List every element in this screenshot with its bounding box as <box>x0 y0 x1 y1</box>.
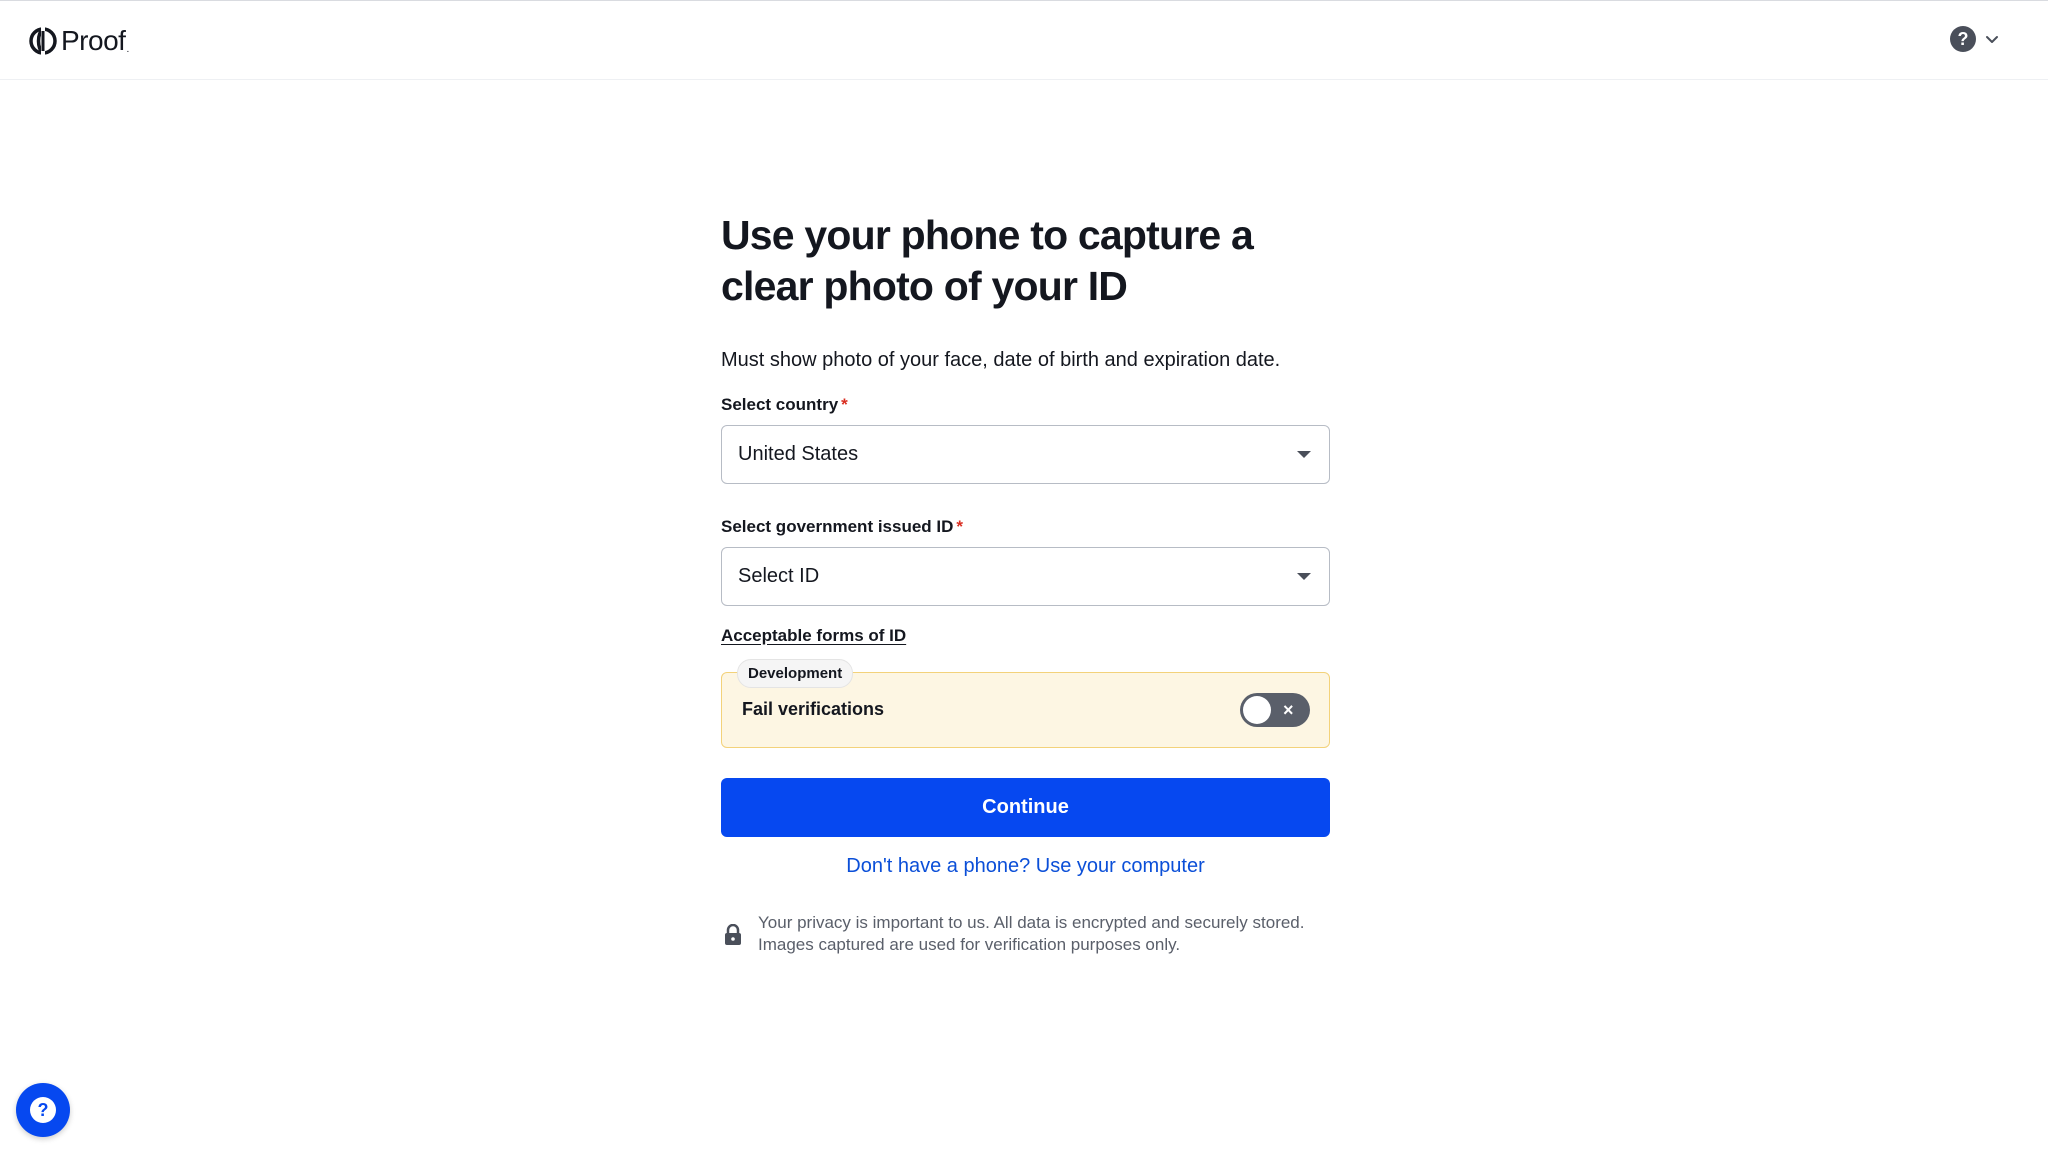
use-computer-link[interactable]: Don't have a phone? Use your computer <box>721 855 1330 878</box>
caret-down-icon <box>1297 573 1311 580</box>
toggle-knob <box>1243 696 1271 724</box>
help-chat-button[interactable]: ? <box>16 1083 70 1137</box>
top-bar: Proof . ? <box>0 0 2048 80</box>
required-asterisk: * <box>841 395 848 414</box>
gov-id-label-text: Select government issued ID <box>721 517 954 536</box>
gov-id-select[interactable]: Select ID <box>721 547 1330 606</box>
required-asterisk: * <box>956 517 964 536</box>
country-label: Select country * <box>721 394 1330 416</box>
country-select-value: United States <box>738 443 859 465</box>
question-icon: ? <box>30 1097 56 1123</box>
privacy-text: Your privacy is important to us. All dat… <box>758 913 1305 954</box>
country-label-text: Select country <box>721 395 839 414</box>
caret-down-icon <box>1297 451 1311 458</box>
fail-verifications-label: Fail verifications <box>742 699 885 719</box>
gov-id-label: Select government issued ID * <box>721 516 1330 538</box>
close-icon: × <box>1283 700 1294 720</box>
id-capture-form: Use your phone to capture a clear photo … <box>721 210 1330 956</box>
page-subtitle: Must show photo of your face, date of bi… <box>721 349 1281 371</box>
logo-text: Proof <box>61 25 126 56</box>
logo-dot: . <box>126 44 130 55</box>
chevron-down-icon <box>1986 36 1998 43</box>
continue-button[interactable]: Continue <box>721 778 1330 837</box>
country-select[interactable]: United States <box>721 425 1330 484</box>
gov-id-select-value: Select ID <box>738 565 820 587</box>
proof-logo-icon <box>29 27 57 55</box>
help-menu-button[interactable]: ? <box>1950 23 2000 55</box>
fail-verifications-toggle[interactable]: × <box>1240 693 1310 727</box>
question-circle-icon: ? <box>1950 26 1976 52</box>
page-title: Use your phone to capture a clear photo … <box>721 212 1254 309</box>
lock-icon <box>725 924 741 945</box>
development-badge: Development <box>737 659 854 688</box>
proof-logo[interactable]: Proof . <box>28 23 129 59</box>
acceptable-forms-link[interactable]: Acceptable forms of ID <box>721 626 906 646</box>
development-panel: Development Fail verifications × <box>721 659 1330 748</box>
privacy-notice: Your privacy is important to us. All dat… <box>721 912 1330 956</box>
